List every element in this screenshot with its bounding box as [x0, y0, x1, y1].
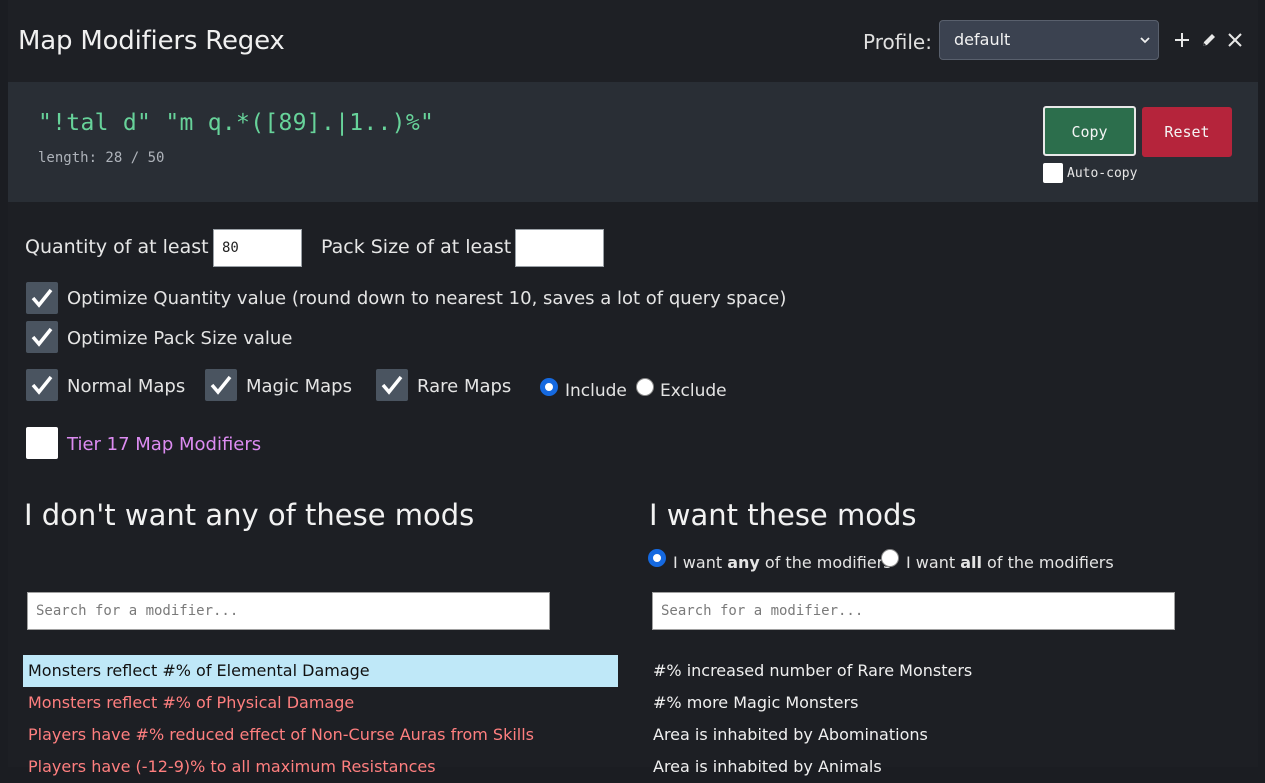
checkmark-icon: [31, 327, 53, 347]
optimize-quantity-checkbox[interactable]: [26, 282, 58, 314]
checkmark-icon: [381, 375, 403, 395]
plus-icon[interactable]: [1171, 29, 1193, 51]
want-any-label: I want any of the modifiers: [673, 553, 892, 572]
normal-maps-checkbox[interactable]: [26, 369, 58, 401]
exclude-label: Exclude: [660, 381, 727, 401]
pack-size-label: Pack Size of at least: [321, 236, 512, 258]
want-any-radio[interactable]: [648, 549, 666, 567]
exclude-mod-item[interactable]: Monsters reflect #% of Elemental Damage: [23, 655, 618, 687]
pencil-icon[interactable]: [1198, 29, 1220, 51]
include-mod-item[interactable]: #% more Magic Monsters: [648, 687, 858, 719]
rare-maps-label: Rare Maps: [417, 376, 512, 397]
copy-button[interactable]: Copy: [1043, 106, 1136, 156]
magic-maps-checkbox[interactable]: [205, 369, 237, 401]
checkmark-icon: [31, 288, 53, 308]
exclude-search-input[interactable]: Search for a modifier...: [27, 592, 550, 630]
include-radio[interactable]: [540, 378, 558, 396]
regex-length: length: 28 / 50: [38, 150, 165, 166]
include-label: Include: [565, 381, 627, 401]
want-all-label: I want all of the modifiers: [906, 553, 1114, 572]
tier17-link[interactable]: Tier 17 Map Modifiers: [67, 434, 261, 455]
profile-label: Profile:: [863, 30, 932, 54]
quantity-input[interactable]: 80: [213, 229, 302, 267]
exclude-mod-item[interactable]: Players have (-12-9)% to all maximum Res…: [23, 751, 436, 783]
exclude-column-title: I don't want any of these mods: [24, 498, 475, 532]
include-column-title: I want these mods: [649, 498, 917, 532]
quantity-label: Quantity of at least: [25, 236, 209, 258]
rare-maps-checkbox[interactable]: [376, 369, 408, 401]
profile-select-value: default: [954, 30, 1011, 49]
header: Map Modifiers Regex Profile: default: [8, 0, 1258, 82]
optimize-pack-label: Optimize Pack Size value: [67, 328, 293, 349]
pack-size-input[interactable]: [515, 229, 604, 267]
exclude-radio[interactable]: [636, 378, 654, 396]
auto-copy-label: Auto-copy: [1067, 166, 1138, 181]
chevron-down-icon: [1140, 37, 1150, 44]
app-frame: Map Modifiers Regex Profile: default "!t…: [8, 0, 1258, 776]
include-mod-item[interactable]: #% increased number of Rare Monsters: [648, 655, 972, 687]
optimize-quantity-label: Optimize Quantity value (round down to n…: [67, 288, 787, 309]
optimize-pack-checkbox[interactable]: [26, 321, 58, 353]
include-mod-item[interactable]: Area is inhabited by Animals: [648, 751, 882, 783]
page-title: Map Modifiers Regex: [18, 26, 285, 56]
regex-output[interactable]: "!tal d" "m q.*([89].|1..)%": [38, 110, 434, 136]
close-icon[interactable]: [1224, 29, 1246, 51]
want-all-radio[interactable]: [881, 549, 899, 567]
exclude-mod-item[interactable]: Players have #% reduced effect of Non-Cu…: [23, 719, 534, 751]
magic-maps-label: Magic Maps: [246, 376, 352, 397]
include-mod-item[interactable]: Area is inhabited by Abominations: [648, 719, 928, 751]
checkmark-icon: [31, 375, 53, 395]
profile-select[interactable]: default: [939, 20, 1159, 60]
regex-output-panel: "!tal d" "m q.*([89].|1..)%" length: 28 …: [8, 82, 1258, 202]
include-search-input[interactable]: Search for a modifier...: [652, 592, 1175, 630]
auto-copy-checkbox[interactable]: [1043, 163, 1063, 183]
tier17-checkbox[interactable]: [26, 427, 58, 459]
reset-button[interactable]: Reset: [1142, 107, 1232, 157]
exclude-mod-item[interactable]: Monsters reflect #% of Physical Damage: [23, 687, 354, 719]
normal-maps-label: Normal Maps: [67, 376, 186, 397]
checkmark-icon: [210, 375, 232, 395]
